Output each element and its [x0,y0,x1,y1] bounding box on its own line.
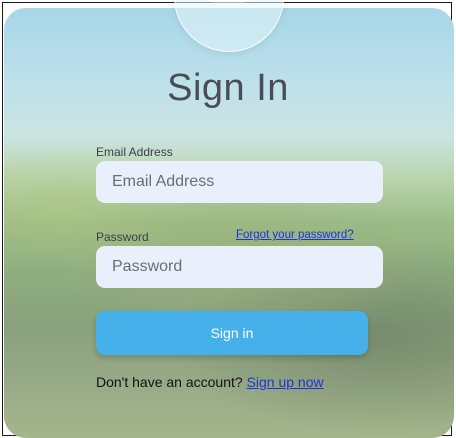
logo-shape-icon [207,0,251,3]
sign-up-link[interactable]: Sign up now [247,374,324,390]
signup-prompt-text: Don't have an account? [96,374,243,390]
signup-prompt: Don't have an account? Sign up now [96,374,324,390]
sign-in-button[interactable]: Sign in [96,311,368,355]
forgot-password-link[interactable]: Forgot your password? [236,229,354,241]
email-label: Email Address [96,145,173,159]
email-input[interactable] [96,161,383,203]
password-label: Password [96,230,149,244]
password-input[interactable] [96,246,383,288]
page-title: Sign In [167,67,289,109]
